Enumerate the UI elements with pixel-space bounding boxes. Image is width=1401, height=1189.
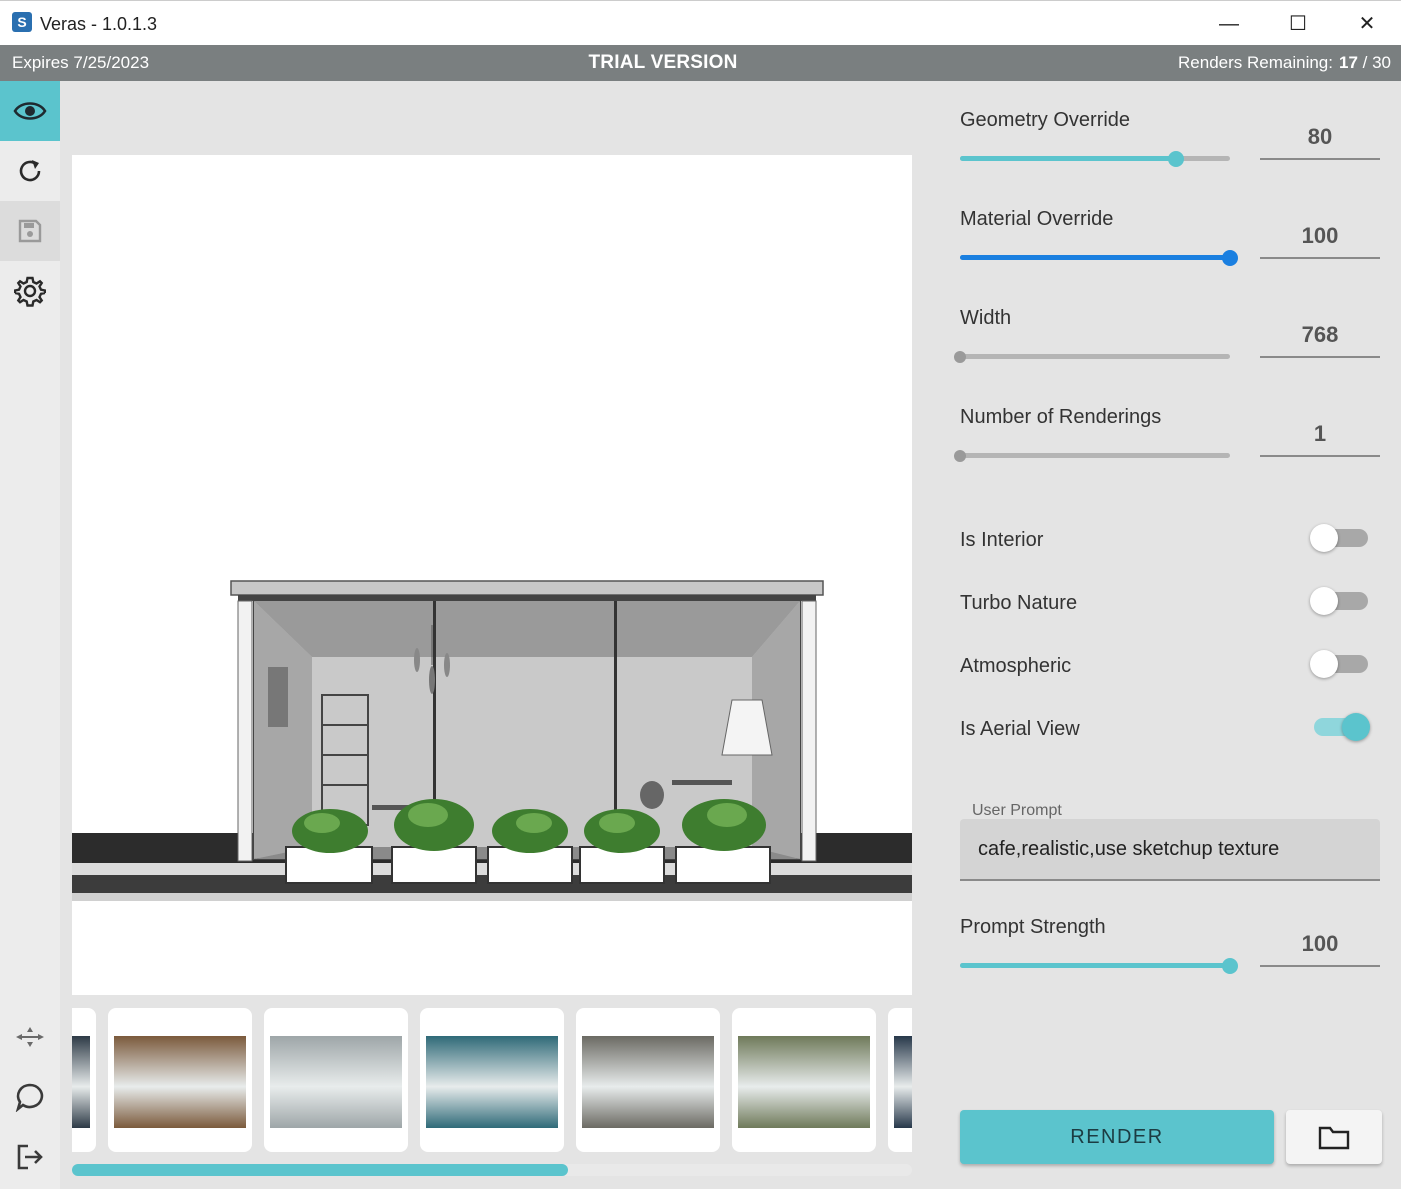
- prompt-strength-label: Prompt Strength: [960, 916, 1106, 938]
- window-title: Veras - 1.0.1.3: [40, 14, 158, 34]
- refresh-button[interactable]: [0, 141, 60, 201]
- save-icon: [18, 219, 42, 243]
- atmospheric-thumb: [1310, 650, 1338, 678]
- renders-remaining: Renders Remaining: 17 / 30: [1178, 53, 1391, 73]
- maximize-button[interactable]: ☐: [1283, 11, 1313, 37]
- aerial-view-label: Is Aerial View: [960, 718, 1080, 740]
- folder-icon: [1318, 1126, 1350, 1150]
- gallery-thumbnail[interactable]: [576, 1008, 720, 1152]
- thumbnail-image: [738, 1036, 870, 1128]
- renders-remaining-used: 17: [1338, 53, 1358, 72]
- render-canvas[interactable]: [72, 155, 912, 995]
- width-underline: [1260, 356, 1380, 358]
- material-override-handle[interactable]: [1222, 250, 1238, 266]
- minimize-button[interactable]: —: [1214, 11, 1244, 37]
- open-folder-button[interactable]: [1286, 1110, 1382, 1164]
- app-logo-icon: S: [12, 12, 32, 32]
- chat-icon: [15, 1083, 44, 1112]
- renderings-label: Number of Renderings: [960, 406, 1162, 428]
- geometry-override-underline: [1260, 158, 1380, 160]
- render-gallery: [72, 1008, 912, 1153]
- aerial-view-thumb: [1342, 713, 1370, 741]
- logout-icon: [17, 1144, 43, 1170]
- eye-icon: [13, 102, 47, 120]
- gallery-thumbnail[interactable]: [108, 1008, 252, 1152]
- gallery-thumbnail[interactable]: [888, 1008, 912, 1152]
- refresh-icon: [19, 160, 41, 182]
- material-override-value[interactable]: 100: [1260, 223, 1380, 249]
- thumbnail-image: [426, 1036, 558, 1128]
- user-prompt-field[interactable]: cafe,realistic,use sketchup texture: [960, 819, 1380, 881]
- viewer-area: [60, 81, 924, 1189]
- renderings-underline: [1260, 455, 1380, 457]
- width-handle[interactable]: [954, 351, 966, 363]
- aerial-view-toggle[interactable]: [1314, 713, 1370, 741]
- trial-bar: Expires 7/25/2023 TRIAL VERSION Renders …: [0, 45, 1401, 81]
- chat-button[interactable]: [0, 1067, 60, 1127]
- turbo-nature-label: Turbo Nature: [960, 592, 1078, 614]
- user-prompt-value: cafe,realistic,use sketchup texture: [978, 838, 1280, 860]
- prompt-strength-slider[interactable]: [960, 958, 1238, 974]
- thumbnail-image: [270, 1036, 402, 1128]
- prompt-strength-handle[interactable]: [1222, 958, 1238, 974]
- geometry-override-slider[interactable]: [960, 151, 1230, 167]
- sketchup-model-preview: [72, 580, 912, 901]
- turbo-nature-thumb: [1310, 587, 1338, 615]
- renderings-value[interactable]: 1: [1260, 421, 1380, 447]
- settings-panel: Geometry Override 80 Material Override 1…: [924, 81, 1401, 1189]
- renderings-slider[interactable]: [954, 450, 1230, 462]
- save-button[interactable]: [0, 201, 60, 261]
- material-override-slider[interactable]: [960, 250, 1238, 266]
- sidebar: [0, 81, 60, 1189]
- gallery-thumbnail[interactable]: [264, 1008, 408, 1152]
- renders-remaining-label: Renders Remaining:: [1178, 53, 1333, 72]
- collapse-icon: [16, 1027, 44, 1047]
- is-interior-thumb: [1310, 524, 1338, 552]
- thumbnail-image: [114, 1036, 246, 1128]
- geometry-override-handle[interactable]: [1168, 151, 1184, 167]
- prompt-strength-underline: [1260, 965, 1380, 967]
- title-bar: S Veras - 1.0.1.3 — ☐ ✕: [0, 0, 1401, 45]
- user-prompt-caption: User Prompt: [972, 802, 1062, 819]
- material-override-fill: [960, 255, 1230, 260]
- gallery-thumbnail[interactable]: [732, 1008, 876, 1152]
- settings-button[interactable]: [0, 261, 60, 321]
- view-button[interactable]: [0, 81, 60, 141]
- renders-remaining-total: / 30: [1362, 53, 1391, 72]
- close-button[interactable]: ✕: [1352, 11, 1382, 37]
- gallery-scrollbar-thumb[interactable]: [72, 1164, 568, 1176]
- geometry-override-label: Geometry Override: [960, 109, 1131, 131]
- logout-button[interactable]: [0, 1127, 60, 1187]
- material-override-label: Material Override: [960, 208, 1114, 230]
- thumbnail-image: [72, 1036, 90, 1128]
- turbo-nature-toggle[interactable]: [1310, 587, 1368, 615]
- width-slider[interactable]: [954, 351, 1230, 363]
- geometry-override-fill: [960, 156, 1176, 161]
- thumbnail-image: [894, 1036, 912, 1128]
- renderings-handle[interactable]: [954, 450, 966, 462]
- gallery-thumbnail[interactable]: [72, 1008, 96, 1152]
- atmospheric-label: Atmospheric: [960, 655, 1072, 677]
- material-override-underline: [1260, 257, 1380, 259]
- thumbnail-image: [582, 1036, 714, 1128]
- prompt-strength-fill: [960, 963, 1230, 968]
- is-interior-toggle[interactable]: [1310, 524, 1368, 552]
- width-value[interactable]: 768: [1260, 322, 1380, 348]
- render-button[interactable]: RENDER: [960, 1110, 1274, 1164]
- prompt-strength-value[interactable]: 100: [1260, 931, 1380, 957]
- trial-version-title: TRIAL VERSION: [588, 52, 738, 73]
- atmospheric-toggle[interactable]: [1310, 650, 1368, 678]
- gear-icon: [14, 276, 46, 307]
- is-interior-label: Is Interior: [960, 529, 1044, 551]
- geometry-override-value[interactable]: 80: [1260, 124, 1380, 150]
- width-label: Width: [960, 307, 1012, 329]
- collapse-button[interactable]: [0, 1007, 60, 1067]
- gallery-thumbnail[interactable]: [420, 1008, 564, 1152]
